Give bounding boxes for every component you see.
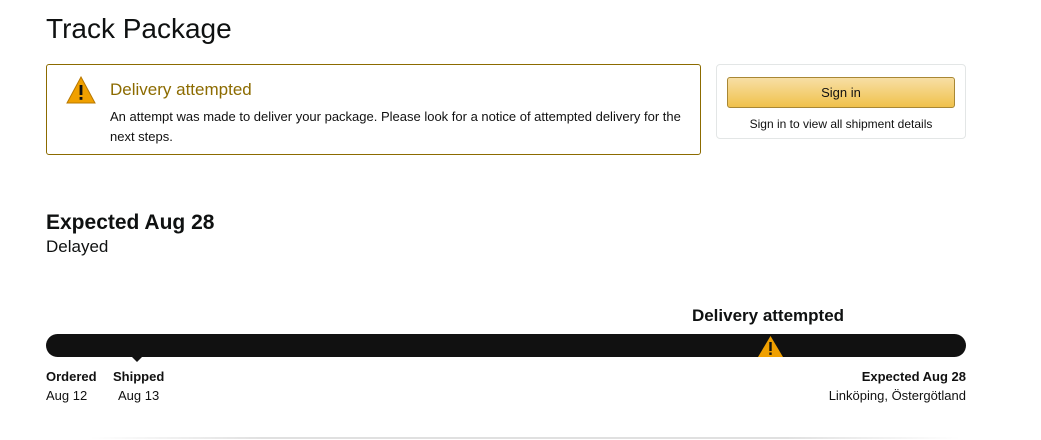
sign-in-button[interactable]: Sign in	[727, 77, 955, 108]
warning-icon	[758, 336, 783, 357]
step-shipped-date: Aug 13	[118, 388, 160, 403]
track-package-page: Track Package Delivery attempted An atte…	[0, 0, 1041, 440]
progress-marker-caret	[131, 356, 143, 362]
step-expected-label: Expected Aug 28	[861, 369, 966, 384]
warning-icon	[66, 76, 96, 104]
signin-hint: Sign in to view all shipment details	[749, 117, 933, 131]
alert-message: An attempt was made to deliver your pack…	[110, 109, 681, 144]
signin-box: Sign in Sign in to view all shipment det…	[716, 64, 966, 139]
step-shipped-label: Shipped	[113, 369, 165, 384]
page-title: Track Package	[46, 13, 232, 44]
step-expected-location: Linköping, Östergötland	[828, 388, 966, 403]
current-step-label: Delivery attempted	[691, 306, 845, 325]
progress-bar	[46, 334, 966, 357]
delivery-alert-box: Delivery attempted An attempt was made t…	[46, 64, 701, 155]
delivery-status: Delayed	[46, 237, 109, 256]
section-divider	[90, 437, 960, 439]
expected-delivery-heading: Expected Aug 28	[46, 211, 215, 234]
alert-title: Delivery attempted	[110, 80, 252, 99]
step-ordered-label: Ordered	[46, 369, 97, 384]
step-ordered-date: Aug 12	[46, 388, 88, 403]
